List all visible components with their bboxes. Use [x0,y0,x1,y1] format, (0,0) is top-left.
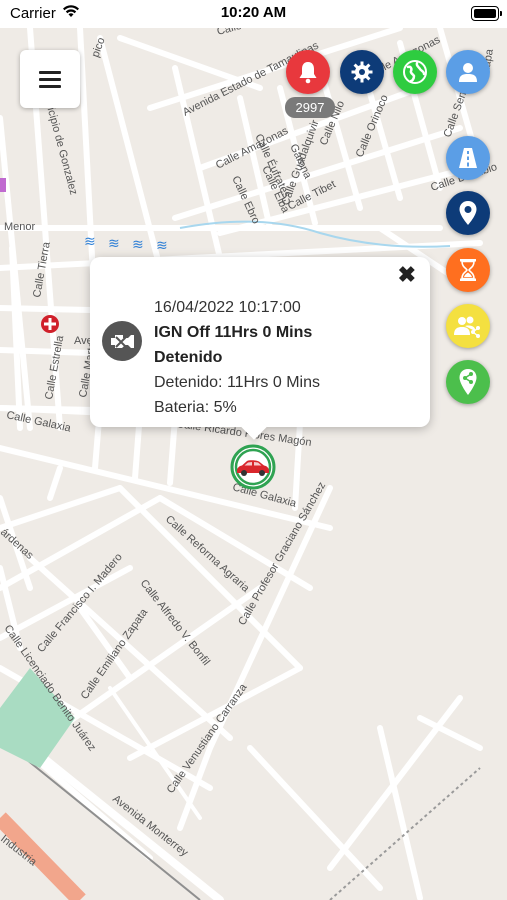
share-icon [459,369,477,395]
popup-datetime: 16/04/2022 10:17:00 [154,299,301,316]
vehicle-info-popup: ✖ 16/04/2022 10:17:00 IGN Off 11Hrs 0 Mi… [90,257,430,440]
street-label: Menor [4,221,36,233]
user-icon [459,63,477,82]
clock: 10:20 AM [220,4,287,21]
popup-ignition-status: IGN Off 11Hrs 0 Mins [154,324,313,341]
globe-button[interactable] [393,50,437,94]
hourglass-icon [460,259,476,281]
battery-icon [471,6,502,21]
popup-state: Detenido [154,349,223,366]
popup-stopped-duration: Detenido: 11Hrs 0 Mins [154,374,320,391]
location-pin-icon [459,201,477,225]
close-icon[interactable]: ✖ [398,262,416,288]
share-group-button[interactable] [446,304,490,348]
status-bar: Carrier 10:20 AM [0,0,507,28]
svg-text:≋: ≋ [108,236,120,252]
menu-button[interactable] [20,50,80,108]
share-button[interactable] [446,360,490,404]
svg-text:≋: ≋ [156,238,168,254]
gear-icon [351,61,373,83]
profile-button[interactable] [446,50,490,94]
svg-text:≋: ≋ [132,237,144,253]
engine-icon [102,321,142,361]
svg-text:≋: ≋ [84,234,96,250]
road-icon [459,148,477,168]
group-share-icon [454,316,480,338]
vehicle-marker[interactable] [230,444,276,490]
popup-battery: Bateria: 5% [154,399,237,416]
routes-button[interactable] [446,136,490,180]
alerts-button[interactable] [286,50,330,94]
bell-icon [299,62,317,84]
globe-icon [403,60,427,84]
alerts-count-badge: 2997 [285,97,335,118]
settings-button[interactable] [340,50,384,94]
history-button[interactable] [446,248,490,292]
location-button[interactable] [446,191,490,235]
